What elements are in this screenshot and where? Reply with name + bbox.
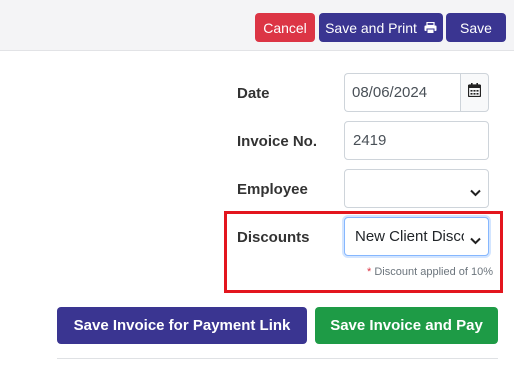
printer-icon bbox=[424, 21, 437, 34]
discounts-label: Discounts bbox=[237, 229, 310, 246]
calendar-button[interactable] bbox=[460, 73, 489, 112]
date-field: 08/06/2024 bbox=[344, 73, 489, 112]
calendar-icon bbox=[467, 83, 482, 102]
save-button[interactable]: Save bbox=[446, 13, 506, 42]
discounts-select[interactable]: New Client Discount bbox=[344, 217, 489, 256]
divider bbox=[57, 358, 498, 359]
top-toolbar: Cancel Save and Print Save bbox=[0, 0, 514, 51]
save-and-print-button[interactable]: Save and Print bbox=[319, 13, 443, 42]
chevron-down-icon bbox=[470, 232, 481, 250]
discounts-select-value: New Client Discount bbox=[355, 228, 464, 245]
employee-label: Employee bbox=[237, 181, 308, 198]
employee-select-value bbox=[355, 170, 464, 207]
required-star: * bbox=[367, 266, 372, 278]
cancel-button[interactable]: Cancel bbox=[255, 13, 315, 42]
chevron-down-icon bbox=[470, 184, 481, 202]
save-and-print-label: Save and Print bbox=[325, 19, 417, 36]
employee-select[interactable] bbox=[344, 169, 489, 208]
discount-note-text: Discount applied of 10% bbox=[374, 266, 493, 278]
date-label: Date bbox=[237, 85, 270, 102]
date-input[interactable]: 08/06/2024 bbox=[344, 73, 461, 112]
discount-note: * Discount applied of 10% bbox=[367, 266, 493, 278]
invoice-number-label: Invoice No. bbox=[237, 133, 318, 150]
invoice-number-input[interactable]: 2419 bbox=[344, 121, 489, 160]
save-invoice-and-pay-button[interactable]: Save Invoice and Pay bbox=[315, 307, 498, 344]
save-invoice-payment-link-button[interactable]: Save Invoice for Payment Link bbox=[57, 307, 307, 344]
